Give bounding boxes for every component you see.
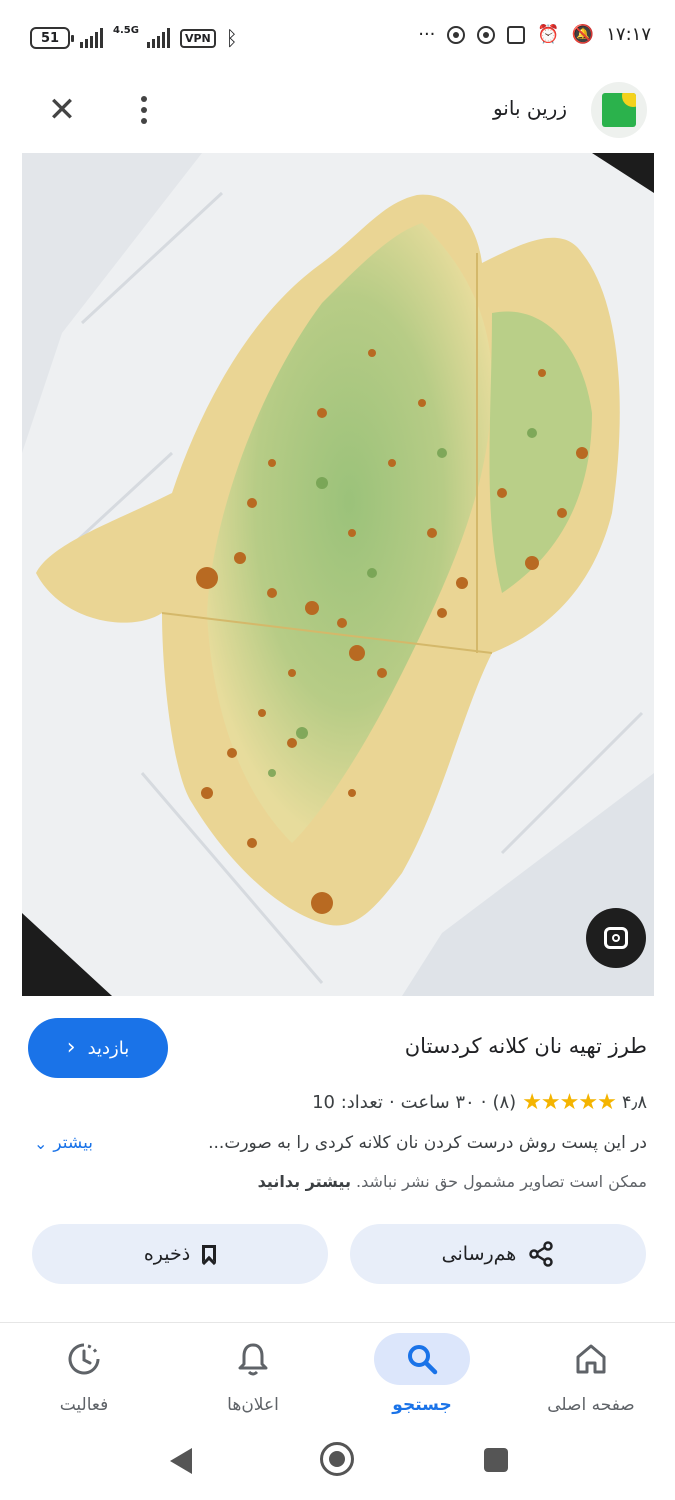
visit-label: بازدید bbox=[87, 1037, 130, 1059]
battery-level: 51 bbox=[40, 30, 60, 46]
separator: · bbox=[480, 1092, 487, 1113]
system-nav-bar bbox=[0, 1430, 675, 1500]
back-icon[interactable] bbox=[170, 1448, 192, 1474]
chrome-icon-2 bbox=[477, 25, 496, 44]
copyright-text: ممکن است تصاویر مشمول حق نشر نباشد. bbox=[356, 1172, 647, 1191]
bell-icon bbox=[238, 1343, 268, 1376]
search-icon bbox=[408, 1345, 438, 1375]
chevron-down-icon: ⌄ bbox=[34, 1133, 48, 1153]
home-icon bbox=[576, 1344, 606, 1374]
status-right: ··· ⏰ 🔕 ۱۷:۱۷ bbox=[418, 24, 651, 45]
rating-stars: ★★★★★ bbox=[522, 1090, 617, 1115]
cook-time: ۳۰ ساعت bbox=[400, 1092, 475, 1113]
separator-2: · bbox=[388, 1092, 395, 1113]
mute-icon: 🔕 bbox=[571, 24, 595, 45]
share-icon bbox=[529, 1241, 554, 1267]
result-image[interactable] bbox=[22, 153, 654, 996]
chrome-icon bbox=[447, 25, 466, 44]
network-type: 4.5G bbox=[113, 24, 139, 36]
share-button[interactable]: هم‌رسانی bbox=[350, 1224, 646, 1284]
visit-button[interactable]: بازدید ‹ bbox=[28, 1018, 168, 1078]
nav-activity[interactable]: فعالیت bbox=[0, 1323, 168, 1428]
bluetooth-icon: ᛒ bbox=[225, 26, 238, 50]
save-button[interactable]: ذخیره bbox=[32, 1224, 328, 1284]
nav-notifications[interactable]: اعلان‌ها bbox=[169, 1323, 337, 1428]
close-icon[interactable]: ✕ bbox=[44, 92, 80, 128]
nav-home[interactable]: صفحه اصلی bbox=[507, 1323, 675, 1428]
activity-icon bbox=[68, 1343, 100, 1375]
site-name[interactable]: زرین بانو bbox=[493, 96, 567, 120]
nav-search[interactable]: جستجو bbox=[338, 1323, 506, 1428]
clock: ۱۷:۱۷ bbox=[606, 24, 651, 45]
description: در این پست روش درست کردن نان کلانه کردی … bbox=[208, 1133, 647, 1153]
bookmark-icon bbox=[202, 1245, 217, 1263]
copyright-notice: ممکن است تصاویر مشمول حق نشر نباشد. بیشت… bbox=[258, 1172, 647, 1191]
rating-value: ۴٫۸ bbox=[621, 1092, 647, 1113]
google-lens-icon[interactable] bbox=[586, 908, 646, 968]
recents-icon[interactable] bbox=[484, 1448, 508, 1472]
home-button-icon[interactable] bbox=[320, 1442, 354, 1476]
share-label: هم‌رسانی bbox=[441, 1243, 517, 1265]
signal-icon-2 bbox=[146, 28, 170, 48]
flatbread-photo bbox=[22, 153, 654, 996]
site-logo[interactable] bbox=[591, 82, 647, 138]
nav-label-home: صفحه اصلی bbox=[547, 1395, 635, 1415]
alarm-icon: ⏰ bbox=[537, 24, 560, 45]
save-label: ذخیره bbox=[143, 1243, 191, 1265]
bottom-nav: فعالیت اعلان‌ها جستجو صفحه اصلی bbox=[0, 1323, 675, 1428]
nav-label-search: جستجو bbox=[392, 1395, 452, 1415]
chevron-left-icon: ‹ bbox=[66, 1035, 76, 1060]
rating-row: ۴٫۸ ★★★★★ (۸) · ۳۰ ساعت · تعداد: 10 bbox=[312, 1090, 647, 1115]
more-notifications-icon: ··· bbox=[418, 24, 436, 45]
status-bar: 51 4.5G VPN ᛒ ··· ⏰ 🔕 ۱۷:۱۷ bbox=[0, 0, 675, 80]
signal-icon bbox=[80, 28, 103, 48]
battery-icon: 51 bbox=[30, 27, 74, 49]
status-left: 51 4.5G VPN ᛒ bbox=[30, 24, 238, 50]
description-row: در این پست روش درست کردن نان کلانه کردی … bbox=[34, 1133, 647, 1159]
nav-label-notifications: اعلان‌ها bbox=[227, 1395, 279, 1415]
nav-label-activity: فعالیت bbox=[59, 1395, 109, 1415]
more-vertical-icon[interactable] bbox=[128, 92, 160, 128]
more-label: بیشتر bbox=[53, 1133, 93, 1153]
viewer-header: ✕ زرین بانو bbox=[0, 80, 675, 152]
result-title[interactable]: طرز تهیه نان کلانه کردستان bbox=[405, 1034, 647, 1058]
servings: تعداد: 10 bbox=[312, 1092, 383, 1113]
review-count: (۸) bbox=[492, 1092, 517, 1113]
learn-more-link[interactable]: بیشتر بدانید bbox=[258, 1172, 351, 1191]
vpn-badge: VPN bbox=[179, 28, 216, 48]
screenshot-icon bbox=[507, 25, 526, 44]
more-button[interactable]: بیشتر ⌄ bbox=[34, 1133, 93, 1153]
